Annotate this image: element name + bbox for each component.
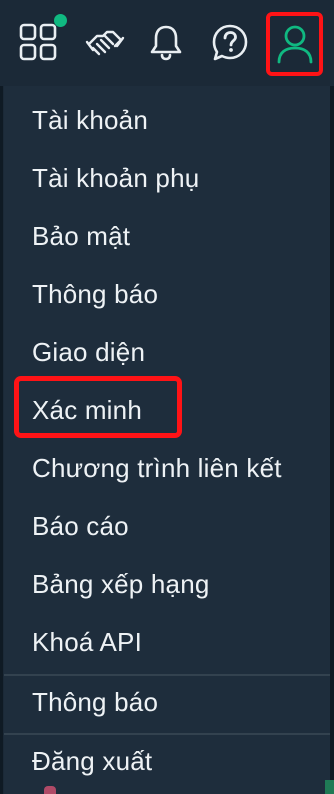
menu-item-logout[interactable]: Đăng xuất [4,732,330,790]
background-sliver [325,780,334,794]
notifications-button[interactable] [142,18,190,66]
menu-item-leaderboard[interactable]: Bảng xếp hạng [4,555,330,613]
grid-apps-icon [18,22,58,62]
menu-item-account[interactable]: Tài khoản [4,91,330,149]
notification-dot [54,14,67,27]
apps-button[interactable] [14,18,62,66]
help-icon [210,22,250,62]
menu-item-notifications[interactable]: Thông báo [4,673,330,731]
menu-item-notifications-settings[interactable]: Thông báo [4,265,330,323]
handshake-button[interactable] [80,18,130,66]
account-dropdown-menu: Tài khoản Tài khoản phụ Bảo mật Thông bá… [4,86,332,794]
user-icon [275,22,315,66]
bell-icon [146,22,186,62]
menu-item-affiliate-program[interactable]: Chương trình liên kết [4,439,330,497]
menu-item-reports[interactable]: Báo cáo [4,497,330,555]
menu-item-sub-account[interactable]: Tài khoản phụ [4,149,330,207]
menu-item-verification[interactable]: Xác minh [4,381,330,439]
handshake-icon [85,22,125,62]
top-navbar [0,0,334,86]
background-edge [330,86,334,794]
menu-item-api-keys[interactable]: Khoá API [4,613,330,671]
help-button[interactable] [206,18,254,66]
app-root: Tài khoản Tài khoản phụ Bảo mật Thông bá… [0,0,334,794]
menu-item-appearance[interactable]: Giao diện [4,323,330,381]
menu-item-security[interactable]: Bảo mật [4,207,330,265]
background-edge [0,86,3,794]
background-sliver [44,786,56,794]
user-menu-button[interactable] [266,12,323,76]
